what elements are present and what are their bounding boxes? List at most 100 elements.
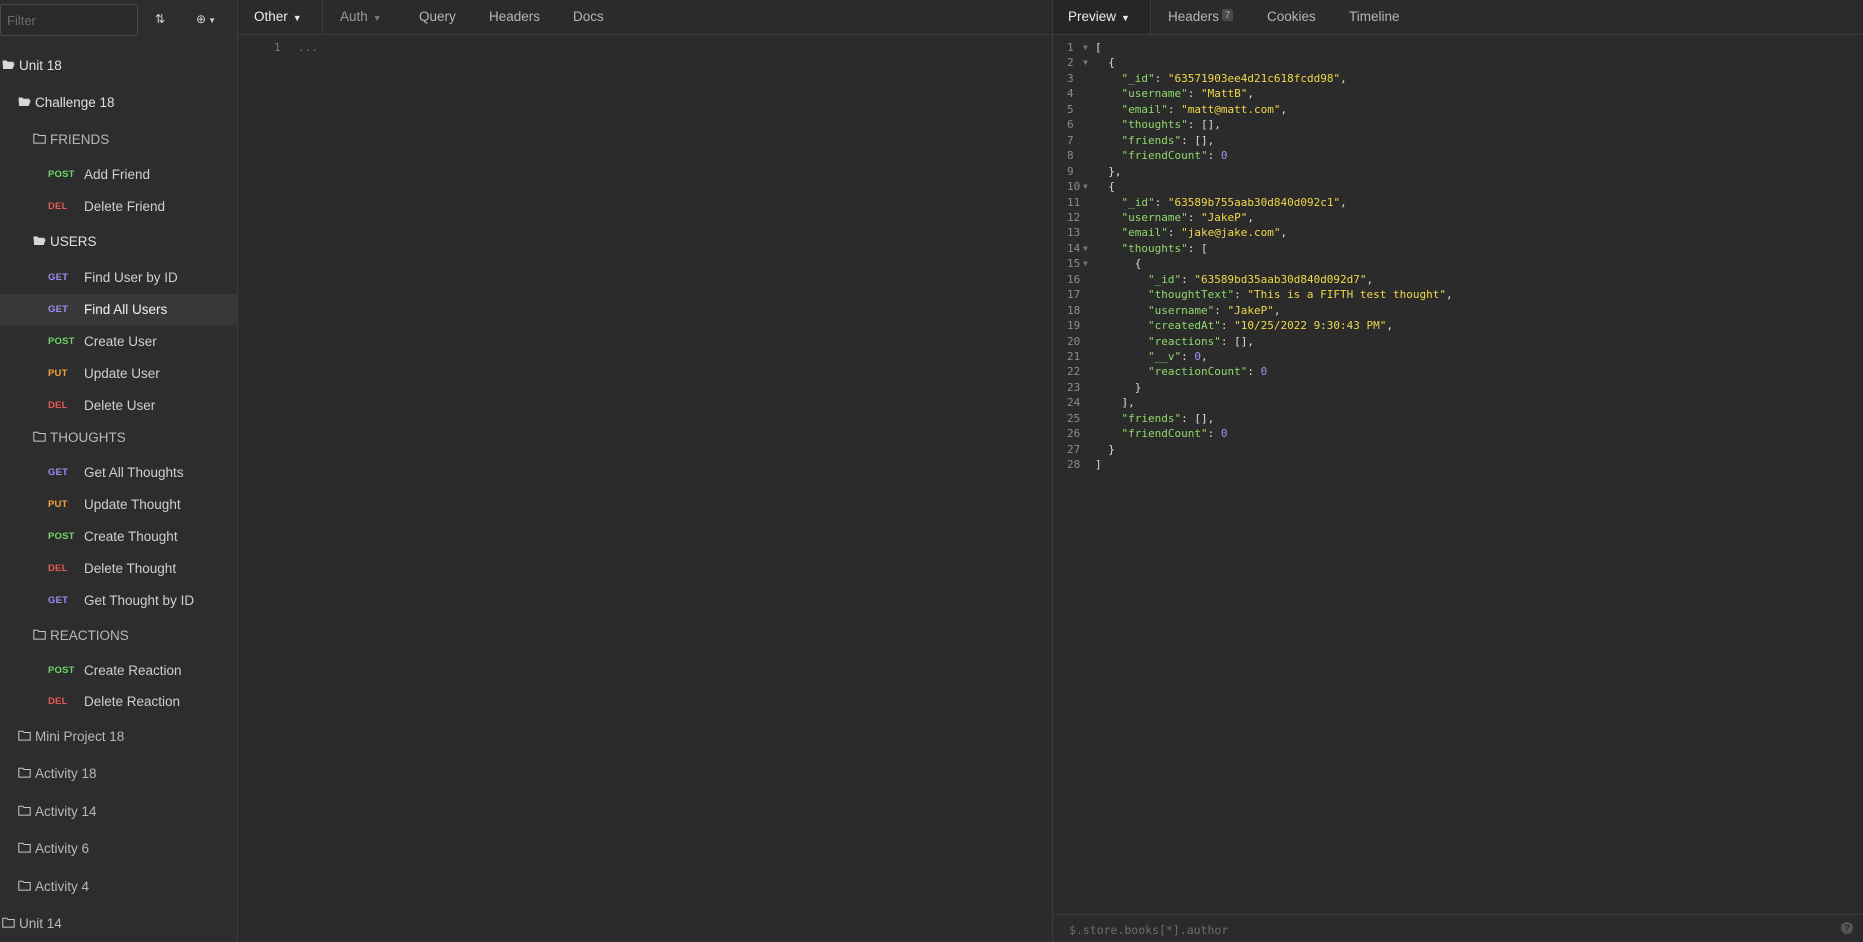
tab-headers[interactable]: Headers bbox=[489, 9, 540, 24]
request-item[interactable]: POST Create Thought bbox=[0, 521, 238, 552]
json-token: "friends" bbox=[1121, 411, 1182, 425]
folder-label: Unit 18 bbox=[19, 58, 62, 73]
json-token: , bbox=[1200, 350, 1208, 363]
json-token: } bbox=[1095, 442, 1115, 456]
request-item[interactable]: POST Create Reaction bbox=[0, 655, 238, 686]
fold-toggle-icon[interactable]: ▼ bbox=[1083, 241, 1088, 256]
tab-preview-label: Preview bbox=[1068, 9, 1117, 24]
request-item[interactable]: GET Find All Users bbox=[0, 294, 238, 325]
request-item[interactable]: POST Add Friend bbox=[0, 159, 238, 190]
folder-open-icon bbox=[18, 95, 35, 110]
folder-row[interactable]: Challenge 18 bbox=[0, 87, 238, 118]
json-code: "username": "MattB", bbox=[1095, 86, 1254, 101]
json-token: ], bbox=[1095, 396, 1135, 410]
json-token: , bbox=[1386, 319, 1394, 333]
method-badge: GET bbox=[48, 595, 69, 606]
folder-row[interactable]: Activity 6 bbox=[0, 833, 238, 864]
json-token: : bbox=[1154, 71, 1168, 85]
json-token: "JakeP" bbox=[1200, 210, 1248, 224]
json-token: "_id" bbox=[1121, 195, 1155, 209]
tab-timeline[interactable]: Timeline bbox=[1349, 9, 1400, 24]
json-token: "reactionCount" bbox=[1147, 365, 1248, 379]
json-token: : bbox=[1187, 210, 1201, 224]
tab-body-type[interactable]: Other ▼ bbox=[254, 9, 302, 24]
json-code: { bbox=[1095, 179, 1115, 194]
help-icon[interactable]: ? bbox=[1841, 922, 1853, 934]
sort-icon[interactable]: ⇅ bbox=[155, 12, 165, 26]
request-tabs: Other ▼ Auth ▼ Query Headers Docs bbox=[238, 0, 1052, 35]
folder-icon bbox=[33, 628, 50, 643]
json-token: : bbox=[1207, 149, 1221, 163]
request-item[interactable]: GET Get All Thoughts bbox=[0, 457, 238, 488]
json-response-viewer[interactable]: 1 ▼[2 ▼ {3 "_id": "63571903ee4d21c618fcdd9… bbox=[1053, 34, 1863, 914]
request-item[interactable]: GET Find User by ID bbox=[0, 262, 238, 293]
json-token: "email" bbox=[1121, 102, 1168, 116]
fold-toggle-icon[interactable]: ▼ bbox=[1083, 256, 1088, 271]
folder-label: Mini Project 18 bbox=[35, 729, 125, 744]
method-badge: GET bbox=[48, 304, 69, 315]
tab-auth[interactable]: Auth ▼ bbox=[340, 9, 382, 24]
folder-row[interactable]: REACTIONS bbox=[0, 620, 238, 651]
json-code: "friends": [], bbox=[1095, 411, 1215, 426]
method-badge: GET bbox=[48, 467, 69, 478]
json-token: "jake@jake.com" bbox=[1181, 226, 1281, 240]
json-code: "_id": "63589bd35aab30d840d092d7", bbox=[1095, 272, 1373, 287]
folder-row[interactable]: Unit 14 bbox=[0, 908, 238, 939]
folder-row[interactable]: FRIENDS bbox=[0, 124, 238, 155]
folder-label: FRIENDS bbox=[50, 132, 110, 147]
folder-row[interactable]: Activity 4 bbox=[0, 871, 238, 902]
json-token: "username" bbox=[1121, 87, 1188, 101]
json-token: "63589bd35aab30d840d092d7" bbox=[1194, 272, 1367, 286]
filter-input[interactable] bbox=[0, 4, 138, 36]
tab-cookies[interactable]: Cookies bbox=[1267, 9, 1316, 24]
request-item[interactable]: GET Get Thought by ID bbox=[0, 585, 238, 616]
request-item[interactable]: PUT Update User bbox=[0, 358, 238, 389]
request-item[interactable]: DEL Delete User bbox=[0, 390, 238, 421]
request-item[interactable]: DEL Delete Reaction bbox=[0, 686, 238, 717]
request-item[interactable]: PUT Update Thought bbox=[0, 489, 238, 520]
folder-row[interactable]: Mini Project 18 bbox=[0, 721, 238, 752]
json-token: : bbox=[1234, 288, 1248, 302]
request-item[interactable]: DEL Delete Friend bbox=[0, 191, 238, 222]
tab-query[interactable]: Query bbox=[419, 9, 456, 24]
add-menu-icon[interactable]: ⊕ ▼ bbox=[196, 12, 216, 26]
folder-row[interactable]: Unit 18 bbox=[0, 50, 238, 81]
jsonpath-filter-input[interactable] bbox=[1067, 920, 1771, 940]
json-code: "_id": "63571903ee4d21c618fcdd98", bbox=[1095, 71, 1347, 86]
request-item[interactable]: POST Create User bbox=[0, 326, 238, 357]
tab-preview[interactable]: Preview ▼ bbox=[1068, 9, 1130, 24]
body-editor[interactable]: 1 ... bbox=[238, 34, 1052, 942]
line-number: 27 bbox=[1067, 442, 1081, 456]
json-code: ], bbox=[1095, 395, 1135, 410]
tab-docs[interactable]: Docs bbox=[573, 9, 604, 24]
request-item[interactable]: DEL Delete Thought bbox=[0, 553, 238, 584]
folder-label: Challenge 18 bbox=[35, 95, 115, 110]
folder-label: REACTIONS bbox=[50, 628, 129, 643]
json-code: } bbox=[1095, 442, 1115, 457]
line-number: 25 bbox=[1067, 411, 1081, 425]
json-code: "reactionCount": 0 bbox=[1095, 364, 1267, 379]
folder-label: Unit 14 bbox=[19, 916, 62, 931]
fold-toggle-icon[interactable]: ▼ bbox=[1083, 55, 1088, 70]
json-token: : [], bbox=[1220, 334, 1254, 348]
folder-row[interactable]: USERS bbox=[0, 226, 238, 257]
folder-row[interactable]: THOUGHTS bbox=[0, 422, 238, 453]
json-token: , bbox=[1280, 226, 1288, 240]
method-badge: PUT bbox=[48, 368, 68, 379]
folder-row[interactable]: Activity 18 bbox=[0, 758, 238, 789]
json-token: , bbox=[1446, 288, 1453, 302]
fold-toggle-icon[interactable]: ▼ bbox=[1083, 179, 1088, 194]
tab-response-headers[interactable]: Headers 7 bbox=[1168, 9, 1234, 24]
json-code: "thoughtText": "This is a FIFTH test tho… bbox=[1095, 287, 1453, 302]
line-number: 24 bbox=[1067, 396, 1081, 410]
json-token: : bbox=[1181, 272, 1195, 286]
request-label: Create Reaction bbox=[84, 663, 182, 678]
folder-row[interactable]: Activity 14 bbox=[0, 796, 238, 827]
fold-toggle-icon[interactable]: ▼ bbox=[1083, 40, 1088, 55]
sidebar-toolbar: ⇅ ⊕▼ bbox=[0, 0, 237, 42]
json-token: "thoughtText" bbox=[1147, 288, 1235, 302]
